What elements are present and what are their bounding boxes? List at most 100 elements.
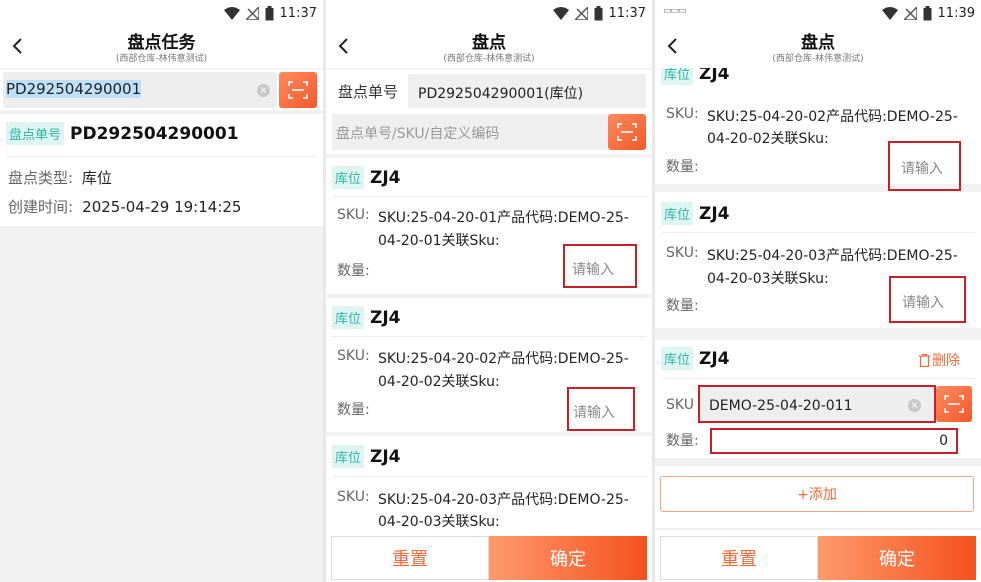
quantity-input[interactable]: 0 [710,428,958,454]
quantity-input[interactable]: 请输入 [889,276,966,323]
sku-label: SKU: [337,489,370,505]
sku-label: SKU: [337,348,370,364]
divider [661,232,975,233]
sku-text-line2: 04-20-02关联Sku: [378,374,500,390]
scan-button[interactable] [608,114,646,150]
status-bar: 11:37 [0,0,323,26]
reset-button[interactable]: 重置 [660,536,818,580]
quantity-placeholder: 请输入 [572,262,614,278]
location-code: ZJ4 [699,348,730,369]
quantity-value: 0 [939,433,948,449]
quantity-input[interactable]: 请输入 [567,387,635,431]
page-title: 盘点 [801,33,835,53]
divider [332,336,646,337]
quantity-input[interactable]: 请输入 [888,141,961,191]
quantity-label: 数量: [337,263,370,279]
sku-text-line1: SKU:25-04-20-02产品代码:DEMO-25- [378,351,629,367]
location-tag: 库位 [661,202,694,225]
status-time: 11:37 [279,5,317,21]
sku-input-value: DEMO-25-04-20-011 [709,398,853,414]
sku-text-line2: 04-20-01关联Sku: [378,233,500,249]
search-bar: PD292504290001 × [0,70,323,110]
page-subtitle: (西部仓库-林伟意测试) [443,54,535,64]
page-title: 盘点任务 [127,33,196,53]
panel-stocktake: 11:37 盘点 (西部仓库-林伟意测试) 盘点单号 PD29250429000… [326,0,652,582]
no-signal-icon [903,6,917,20]
quantity-placeholder: 请输入 [901,161,943,177]
bottom-bar: 重置 确定 [326,530,652,582]
quantity-placeholder: 请输入 [573,405,615,421]
divider [332,196,646,197]
order-tag: 盘点单号 [6,122,65,145]
new-item-card: 库位 ZJ4 删除 SKU DEMO-25-04-20-011 × 数量: 0 [655,340,981,458]
battery-icon [594,5,603,20]
add-button[interactable]: +添加 [660,476,974,512]
quantity-input[interactable]: 请输入 [563,244,637,288]
battery-icon [265,5,274,20]
scan-icon [944,395,964,413]
status-bar: 11:37 [326,0,652,26]
sku-label: SKU: [666,245,699,261]
sku-text-line2: 04-20-02关联Sku: [707,131,829,147]
confirm-button[interactable]: 确定 [489,536,647,580]
trash-icon [919,353,930,367]
wifi-icon [881,6,898,20]
search-input[interactable]: PD292504290001 × [3,72,277,108]
status-time: 11:37 [608,5,646,21]
no-signal-icon [245,6,259,20]
type-value: 库位 [81,169,112,187]
divider [661,378,975,379]
panel-stocktake-add: ▭▭▭ 11:39 库位 ZJ4 SKU: SKU:25-04-20-02产品代… [655,0,981,582]
confirm-button[interactable]: 确定 [818,536,976,580]
scan-button[interactable] [279,72,317,108]
location-code: ZJ4 [370,167,401,188]
header: 盘点任务 (西部仓库-林伟意测试) [0,26,323,68]
page-subtitle: (西部仓库-林伟意测试) [772,54,864,64]
search-input[interactable]: 盘点单号/SKU/自定义编码 [332,114,608,150]
list-item: 库位 ZJ4 SKU: SKU:25-04-20-01产品代码:DEMO-25-… [326,158,652,294]
keyboard-notification-icon: ▭▭▭ [663,6,686,16]
clear-icon[interactable]: × [908,399,921,412]
list-item: 库位 ZJ4 SKU: SKU:25-04-20-03产品代码:DEMO-25-… [655,192,981,328]
quantity-label: 数量: [666,433,699,449]
scan-icon [617,123,637,141]
sku-text-line2: 04-20-03关联Sku: [707,271,829,287]
order-value-field: PD292504290001(库位) [408,74,646,108]
sku-label: SKU [666,397,694,413]
panel-stocktake-task: 11:37 盘点任务 (西部仓库-林伟意测试) PD292504290001 ×… [0,0,323,582]
scan-icon [288,81,308,99]
search-input-value: PD292504290001 [6,80,142,98]
battery-icon [923,5,932,20]
location-code: ZJ4 [370,307,401,328]
scan-button[interactable] [936,386,972,422]
sku-text-line1: SKU:25-04-20-01产品代码:DEMO-25- [378,210,629,226]
clear-icon[interactable]: × [257,84,270,97]
delete-label: 删除 [932,353,960,369]
no-signal-icon [574,6,588,20]
search-placeholder: 盘点单号/SKU/自定义编码 [336,126,500,142]
page-title: 盘点 [472,33,506,53]
status-bar: ▭▭▭ 11:39 [655,0,981,26]
header: 盘点 (西部仓库-林伟意测试) [326,26,652,68]
wifi-icon [223,6,240,20]
created-time-label: 创建时间: [8,198,74,216]
sku-text-line2: 04-20-03关联Sku: [378,514,500,530]
quantity-placeholder: 请输入 [902,295,944,311]
location-tag: 库位 [332,166,365,189]
page-subtitle: (西部仓库-林伟意测试) [115,54,208,64]
order-value: PD292504290001(库位) [418,86,584,102]
task-card[interactable]: 盘点单号 PD292504290001 盘点类型: 库位 创建时间: 2025-… [0,114,323,226]
created-time-value: 2025-04-29 19:14:25 [82,198,242,216]
sku-input[interactable]: DEMO-25-04-20-011 × [698,385,936,423]
location-code: ZJ4 [370,446,401,467]
delete-button[interactable]: 删除 [919,350,960,370]
reset-button[interactable]: 重置 [331,536,489,580]
quantity-label: 数量: [666,159,699,175]
add-section: +添加 [655,466,981,528]
list-item: 库位 ZJ4 SKU: SKU:25-04-20-02产品代码:DEMO-25-… [655,58,981,191]
sku-label: SKU: [337,207,370,223]
quantity-label: 数量: [666,298,699,314]
divider [6,156,317,157]
location-code: ZJ4 [699,203,730,224]
divider [332,476,646,477]
